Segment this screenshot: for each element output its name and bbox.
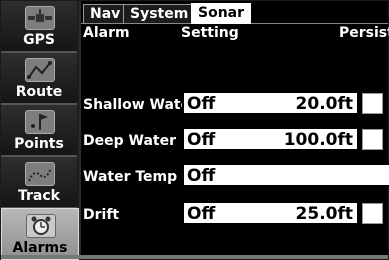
alarm-state: Off bbox=[187, 166, 216, 186]
alarm-clock-icon bbox=[26, 214, 56, 238]
sidebar: GPS Route Points Track Alarms bbox=[1, 1, 81, 260]
alarm-label-drift: Drift bbox=[83, 207, 120, 223]
alarm-state: Off bbox=[187, 94, 216, 114]
alarm-threshold: 25.0ft bbox=[295, 204, 353, 224]
water-temp-field[interactable]: Off bbox=[182, 163, 389, 187]
drift-persist-checkbox[interactable] bbox=[362, 203, 383, 224]
sidebar-item-label: GPS bbox=[23, 32, 55, 48]
sidebar-item-label: Points bbox=[14, 136, 64, 152]
bottom-border bbox=[1, 255, 388, 259]
alarm-threshold: 100.0ft bbox=[283, 130, 353, 150]
sidebar-item-route[interactable]: Route bbox=[1, 53, 77, 105]
sidebar-item-points[interactable]: Points bbox=[1, 105, 77, 157]
shallow-water-field[interactable]: Off 20.0ft bbox=[182, 91, 359, 115]
sidebar-item-label: Track bbox=[18, 188, 60, 204]
tab-sonar[interactable]: Sonar bbox=[191, 3, 252, 24]
sidebar-item-label: Route bbox=[15, 84, 63, 100]
device-screen: GPS Route Points Track Alarms Nav System… bbox=[0, 0, 389, 260]
tab-nav[interactable]: Nav bbox=[83, 4, 128, 23]
alarm-label-shallow-water: Shallow Water bbox=[83, 97, 198, 113]
alarm-label-water-temp: Water Temp bbox=[83, 169, 178, 185]
deep-water-persist-checkbox[interactable] bbox=[362, 129, 383, 150]
shallow-water-persist-checkbox[interactable] bbox=[362, 93, 383, 114]
satellite-icon bbox=[25, 6, 55, 30]
alarm-label-deep-water: Deep Water bbox=[83, 133, 176, 149]
sidebar-item-label: Alarms bbox=[12, 240, 68, 256]
sidebar-item-alarms[interactable]: Alarms bbox=[1, 208, 79, 260]
track-icon bbox=[25, 162, 55, 186]
tab-system[interactable]: System bbox=[123, 4, 196, 23]
tab-bar: Nav System Sonar bbox=[81, 1, 388, 24]
column-header-alarm: Alarm bbox=[83, 25, 130, 41]
alarm-threshold: 20.0ft bbox=[295, 94, 353, 114]
sidebar-item-gps[interactable]: GPS bbox=[1, 1, 77, 53]
alarm-state: Off bbox=[187, 130, 216, 150]
route-icon bbox=[25, 58, 55, 82]
alarms-panel: Nav System Sonar Alarm Setting Persist S… bbox=[81, 1, 389, 259]
column-header-persist: Persist bbox=[339, 25, 389, 41]
drift-field[interactable]: Off 25.0ft bbox=[182, 201, 359, 225]
alarm-state: Off bbox=[187, 204, 216, 224]
column-header-setting: Setting bbox=[181, 25, 239, 41]
sidebar-item-track[interactable]: Track bbox=[1, 157, 77, 209]
points-icon bbox=[25, 110, 55, 134]
deep-water-field[interactable]: Off 100.0ft bbox=[182, 127, 359, 151]
